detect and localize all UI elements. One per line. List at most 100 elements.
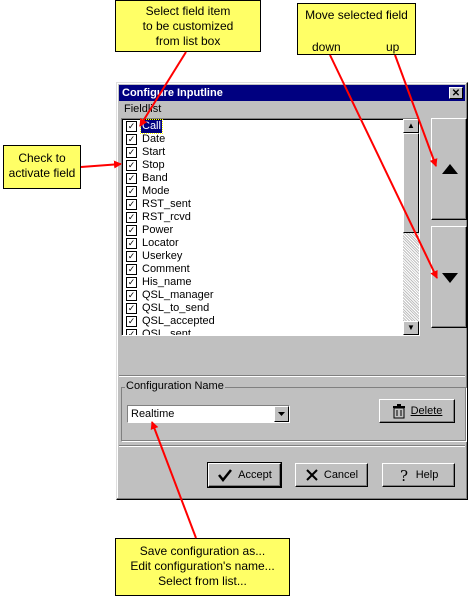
list-item[interactable]: ✓ Date: [124, 133, 403, 146]
list-item[interactable]: ✓ Stop: [124, 159, 403, 172]
field-label: QSL_to_send: [142, 302, 210, 314]
field-checkbox[interactable]: ✓: [126, 290, 137, 301]
checkmark-icon: [218, 469, 233, 482]
callout-line: Select from list...: [158, 574, 247, 588]
field-checkbox[interactable]: ✓: [126, 121, 137, 132]
callout-line: from list box: [155, 34, 221, 48]
close-button[interactable]: ✕: [449, 87, 463, 99]
callout-line: Check to: [18, 151, 66, 165]
field-checkbox[interactable]: ✓: [126, 329, 137, 335]
field-checkbox[interactable]: ✓: [126, 316, 137, 327]
callout-line: Save configuration as...: [139, 544, 266, 558]
field-checkbox[interactable]: ✓: [126, 212, 137, 223]
trash-icon: [392, 403, 405, 418]
callout-up-label: up: [386, 40, 400, 54]
field-label: RST_rcvd: [142, 211, 191, 223]
combo-dropdown-button[interactable]: [274, 406, 289, 422]
scroll-thumb[interactable]: [403, 133, 419, 233]
field-label: Stop: [142, 159, 165, 171]
listbox-scrollbar[interactable]: ▲ ▼: [403, 119, 419, 335]
callout-move-field: Move selected field down up: [297, 3, 416, 55]
svg-text:?: ?: [400, 468, 408, 483]
callout-down-label: down: [312, 40, 341, 54]
triangle-up-icon: [442, 164, 458, 174]
fieldlist-label: Fieldlist: [123, 103, 163, 115]
field-list: ✓ Call ✓ Date ✓ Start ✓ Stop ✓ Band ✓ Mode ✓ RST_sent…: [124, 119, 403, 336]
field-checkbox[interactable]: ✓: [126, 264, 137, 275]
list-item[interactable]: ✓ Power: [124, 224, 403, 237]
list-item[interactable]: ✓ Band: [124, 172, 403, 185]
callout-line: to be customized: [142, 19, 234, 33]
configure-inputline-dialog: Configure Inputline ✕ Fieldlist ✓ Call ✓ Da…: [116, 82, 468, 500]
move-up-button[interactable]: [431, 118, 467, 220]
chevron-down-icon: [278, 412, 285, 416]
list-item[interactable]: ✓ His_name: [124, 276, 403, 289]
field-label: His_name: [142, 276, 192, 288]
callout-check-activate: Check to activate field: [3, 145, 81, 189]
field-listbox[interactable]: ✓ Call ✓ Date ✓ Start ✓ Stop ✓ Band ✓ Mode ✓ RST_sent…: [121, 118, 420, 336]
field-label: Start: [142, 146, 166, 158]
cancel-button[interactable]: Cancel: [295, 463, 368, 487]
field-checkbox[interactable]: ✓: [126, 277, 137, 288]
field-checkbox[interactable]: ✓: [126, 303, 137, 314]
cancel-label: Cancel: [323, 469, 359, 481]
field-label: QSL_sent: [142, 328, 191, 336]
list-item[interactable]: ✓ QSL_accepted: [124, 315, 403, 328]
list-item[interactable]: ✓ RST_sent: [124, 198, 403, 211]
title-bar[interactable]: Configure Inputline ✕: [119, 85, 465, 101]
list-item[interactable]: ✓ Userkey: [124, 250, 403, 263]
list-item[interactable]: ✓ QSL_manager: [124, 289, 403, 302]
separator: [119, 445, 465, 447]
x-icon: [306, 469, 318, 481]
callout-line: activate field: [8, 166, 76, 180]
field-label: Call: [140, 119, 163, 134]
field-label: QSL_manager: [142, 289, 214, 301]
move-down-button[interactable]: [431, 226, 467, 328]
field-checkbox[interactable]: ✓: [126, 160, 137, 171]
delete-button[interactable]: Delete: [379, 399, 455, 423]
callout-line: Move selected field: [305, 8, 408, 22]
callout-line: Select field item: [145, 4, 231, 18]
list-item[interactable]: ✓ Mode: [124, 185, 403, 198]
field-checkbox[interactable]: ✓: [126, 199, 137, 210]
field-checkbox[interactable]: ✓: [126, 147, 137, 158]
field-checkbox[interactable]: ✓: [126, 225, 137, 236]
list-item[interactable]: ✓ QSL_to_send: [124, 302, 403, 315]
field-label: QSL_accepted: [142, 315, 215, 327]
field-label: Date: [142, 133, 166, 145]
list-item[interactable]: ✓ Comment: [124, 263, 403, 276]
field-label: Mode: [142, 185, 170, 197]
list-item[interactable]: ✓ Call: [124, 119, 403, 134]
field-checkbox[interactable]: ✓: [126, 134, 137, 145]
config-name-label: Configuration Name: [125, 380, 225, 392]
callout-select-field: Select field item to be customized from …: [115, 0, 261, 52]
close-icon: ✕: [451, 88, 461, 99]
field-checkbox[interactable]: ✓: [126, 251, 137, 262]
help-button[interactable]: ? Help: [382, 463, 455, 487]
callout-save-config: Save configuration as... Edit configurat…: [115, 538, 290, 596]
arrow-to-checkbox: [80, 160, 122, 169]
field-checkbox[interactable]: ✓: [126, 173, 137, 184]
dialog-title: Configure Inputline: [122, 87, 223, 99]
question-mark-icon: ?: [400, 468, 408, 483]
list-item[interactable]: ✓ Start: [124, 146, 403, 159]
field-label: Band: [142, 172, 168, 184]
scroll-down-button[interactable]: ▼: [403, 321, 419, 335]
accept-button[interactable]: Accept: [207, 462, 282, 488]
scroll-up-button[interactable]: ▲: [403, 119, 419, 133]
separator: [119, 375, 465, 377]
field-checkbox[interactable]: ✓: [126, 238, 137, 249]
list-item[interactable]: ✓ RST_rcvd: [124, 211, 403, 224]
help-label: Help: [415, 469, 439, 481]
field-label: Comment: [142, 263, 190, 275]
accept-label: Accept: [238, 469, 272, 481]
list-item[interactable]: ✓ Locator: [124, 237, 403, 250]
delete-label: Delete: [410, 405, 443, 417]
config-name-combobox[interactable]: Realtime: [127, 405, 290, 423]
field-label: RST_sent: [142, 198, 191, 210]
list-item[interactable]: ✓ QSL_sent: [124, 328, 403, 336]
callout-line: Edit configuration's name...: [130, 559, 275, 573]
field-checkbox[interactable]: ✓: [126, 186, 137, 197]
config-name-value: Realtime: [131, 408, 175, 420]
field-label: Power: [142, 224, 174, 236]
